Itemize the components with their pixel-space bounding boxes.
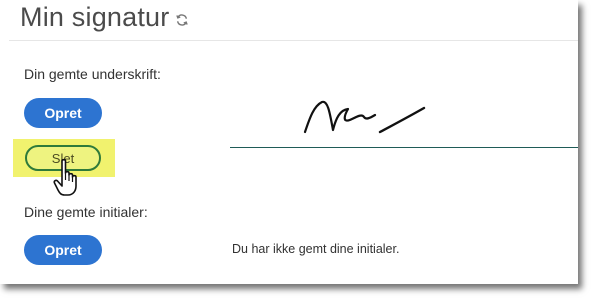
hand-cursor-icon (53, 158, 77, 196)
title-divider (9, 40, 578, 41)
saved-signature-image (303, 100, 426, 134)
saved-initials-label: Dine gemte initialer: (24, 204, 148, 220)
page-title: Min signatur (20, 2, 170, 32)
signature-panel: Min signatur Din gemte underskrift: Opre… (0, 0, 578, 284)
refresh-icon[interactable] (175, 13, 189, 27)
title-row: Min signatur (20, 2, 189, 33)
signature-baseline (230, 147, 578, 148)
no-initials-message: Du har ikke gemt dine initialer. (232, 242, 400, 256)
saved-signature-label: Din gemte underskrift: (24, 66, 161, 82)
create-initials-button[interactable]: Opret (24, 235, 102, 265)
create-signature-button[interactable]: Opret (24, 98, 102, 128)
